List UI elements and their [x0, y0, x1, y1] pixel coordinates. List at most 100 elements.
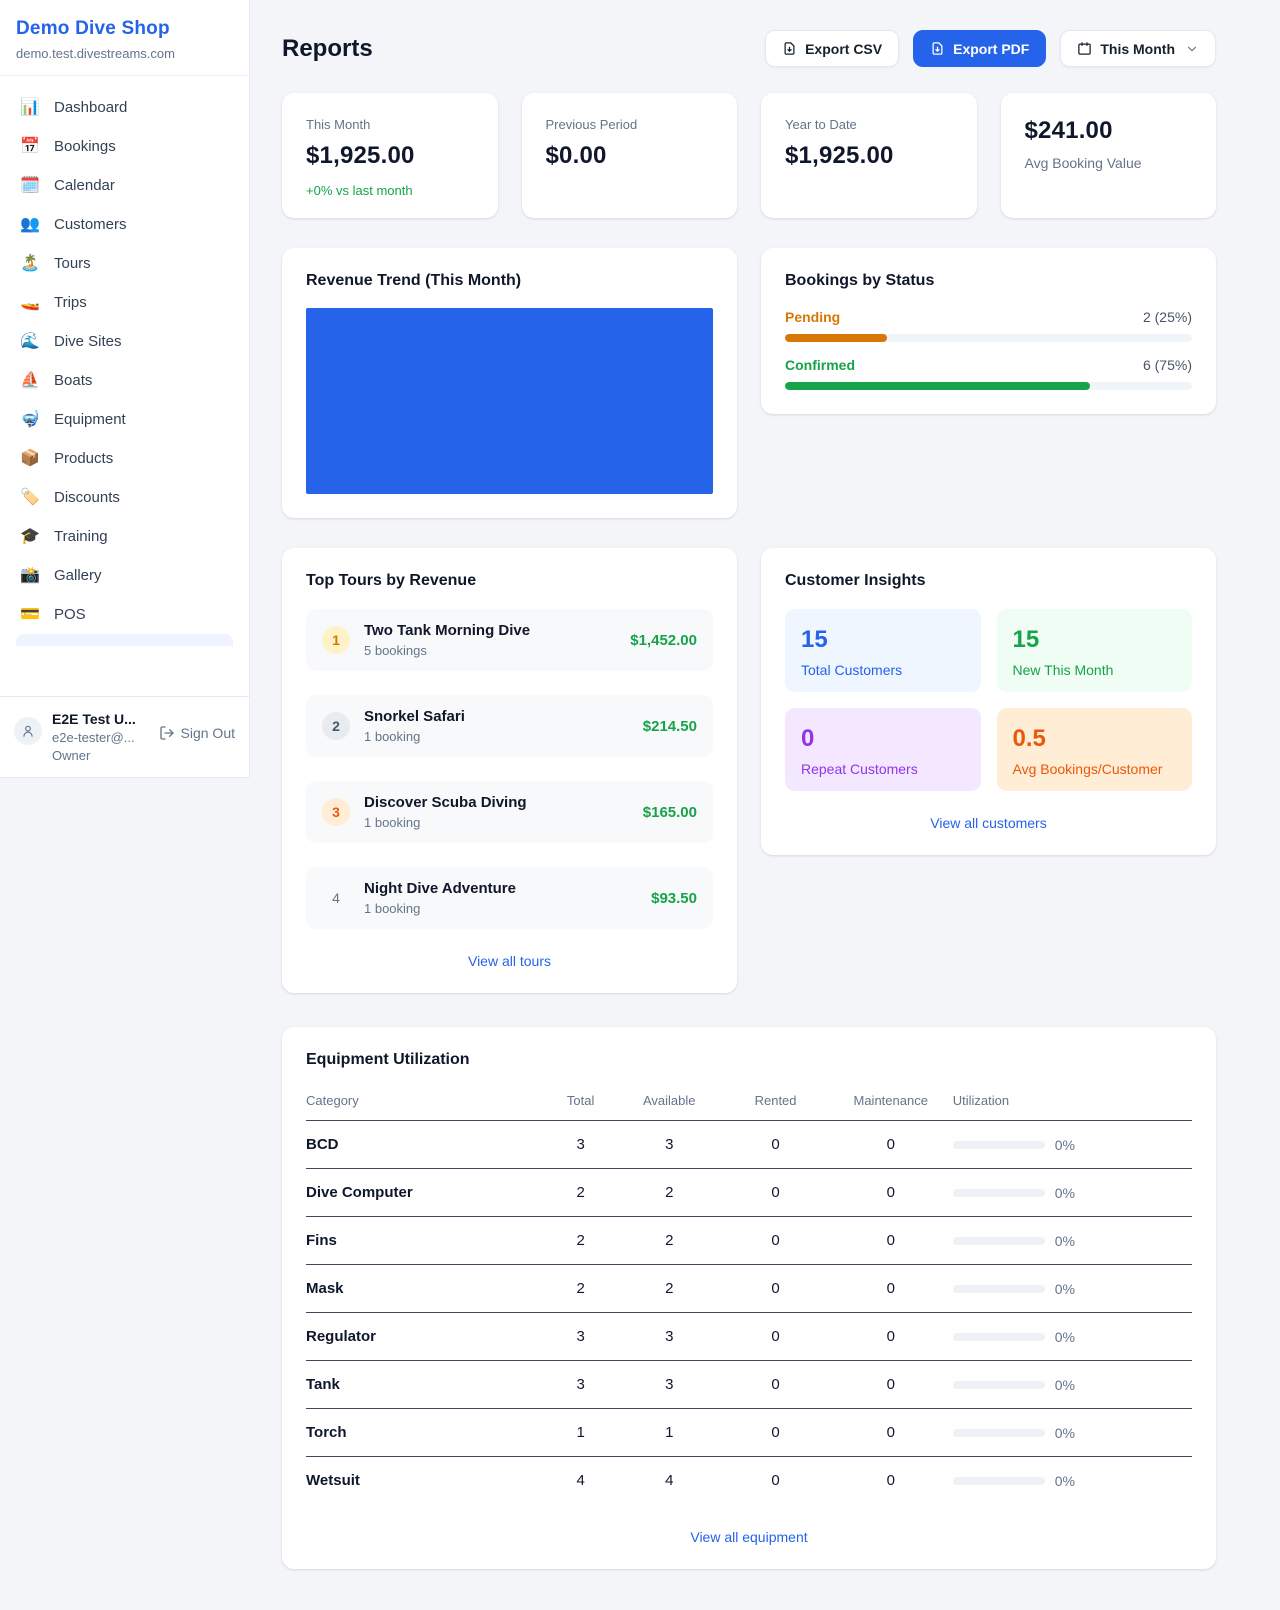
sidebar-item-tours[interactable]: 🏝️ Tours	[8, 244, 241, 283]
revenue-trend-title: Revenue Trend (This Month)	[306, 272, 713, 290]
utilization-percent: 0%	[1055, 1281, 1075, 1297]
total-cell: 2	[545, 1217, 616, 1265]
sidebar-item-customers[interactable]: 👥 Customers	[8, 205, 241, 244]
rank-badge: 2	[322, 712, 350, 740]
insight-label: Avg Bookings/Customer	[1013, 761, 1177, 777]
total-cell: 3	[545, 1121, 616, 1169]
stat-label: Previous Period	[546, 117, 714, 132]
total-cell: 1	[545, 1409, 616, 1457]
sign-out-button[interactable]: Sign Out	[159, 725, 235, 741]
column-header: Utilization	[953, 1083, 1192, 1121]
sign-out-label: Sign Out	[181, 725, 235, 741]
user-footer: E2E Test U... e2e-tester@... Owner Sign …	[0, 696, 249, 777]
diving-mask-icon: 🤿	[20, 412, 40, 428]
status-row-pending: Pending 2 (25%)	[785, 309, 1192, 342]
tour-list: 1 Two Tank Morning Dive 5 bookings $1,45…	[306, 609, 713, 929]
sidebar-item-reports-partial[interactable]	[16, 634, 233, 646]
sidebar-item-dashboard[interactable]: 📊 Dashboard	[8, 88, 241, 127]
view-all-equipment-link[interactable]: View all equipment	[690, 1529, 807, 1545]
total-cell: 2	[545, 1169, 616, 1217]
revenue-trend-chart	[306, 308, 713, 494]
shop-domain: demo.test.divestreams.com	[16, 46, 233, 61]
customers-icon: 👥	[20, 217, 40, 233]
maintenance-cell: 0	[829, 1217, 953, 1265]
table-row: Mask 2 2 0 0 0%	[306, 1265, 1192, 1313]
tours-island-icon: 🏝️	[20, 256, 40, 272]
sidebar-item-equipment[interactable]: 🤿 Equipment	[8, 400, 241, 439]
table-row: Dive Computer 2 2 0 0 0%	[306, 1169, 1192, 1217]
category-cell: BCD	[306, 1121, 545, 1169]
sidebar-item-gallery[interactable]: 📸 Gallery	[8, 556, 241, 595]
sidebar: Demo Dive Shop demo.test.divestreams.com…	[0, 0, 250, 778]
utilization-track	[953, 1189, 1045, 1197]
view-all-tours-link[interactable]: View all tours	[468, 953, 551, 969]
sidebar-item-discounts[interactable]: 🏷️ Discounts	[8, 478, 241, 517]
category-cell: Fins	[306, 1217, 545, 1265]
customer-insights-title: Customer Insights	[785, 572, 1192, 590]
maintenance-cell: 0	[829, 1169, 953, 1217]
progress-fill	[785, 382, 1090, 390]
sidebar-item-pos[interactable]: 💳 POS	[8, 595, 241, 634]
total-cell: 4	[545, 1457, 616, 1505]
column-header: Maintenance	[829, 1083, 953, 1121]
status-label: Confirmed	[785, 357, 855, 373]
insight-value: 15	[1013, 626, 1177, 654]
equipment-utilization-card: Equipment Utilization Category Total Ava…	[282, 1027, 1216, 1569]
sailboat-icon: ⛵	[20, 373, 40, 389]
stat-value: $1,925.00	[785, 142, 953, 170]
tour-revenue: $214.50	[643, 718, 697, 735]
insight-value: 0.5	[1013, 725, 1177, 753]
sidebar-nav: 📊 Dashboard 📅 Bookings 🗓️ Calendar 👥 Cus…	[0, 76, 249, 696]
sidebar-item-label: Equipment	[54, 411, 126, 428]
user-meta: E2E Test U... e2e-tester@... Owner	[52, 711, 149, 763]
maintenance-cell: 0	[829, 1121, 953, 1169]
tour-bookings: 1 booking	[364, 815, 629, 830]
sidebar-item-trips[interactable]: 🚤 Trips	[8, 283, 241, 322]
utilization-percent: 0%	[1055, 1329, 1075, 1345]
maintenance-cell: 0	[829, 1409, 953, 1457]
insight-tile-repeat-customers: 0 Repeat Customers	[785, 708, 981, 791]
sidebar-item-bookings[interactable]: 📅 Bookings	[8, 127, 241, 166]
sidebar-item-label: Boats	[54, 372, 92, 389]
utilization-track	[953, 1477, 1045, 1485]
bookings-calendar-icon: 📅	[20, 139, 40, 155]
available-cell: 1	[616, 1409, 722, 1457]
file-download-icon	[930, 41, 945, 56]
chevron-down-icon	[1185, 42, 1199, 56]
utilization-track	[953, 1237, 1045, 1245]
period-dropdown[interactable]: This Month	[1060, 30, 1216, 67]
stat-value: $1,925.00	[306, 142, 474, 170]
tour-list-item: 4 Night Dive Adventure 1 booking $93.50	[306, 867, 713, 929]
category-cell: Regulator	[306, 1313, 545, 1361]
tour-name: Two Tank Morning Dive	[364, 622, 616, 639]
progress-fill	[785, 334, 887, 342]
equipment-table: Category Total Available Rented Maintena…	[306, 1083, 1192, 1505]
rank-badge: 3	[322, 798, 350, 826]
export-csv-button[interactable]: Export CSV	[765, 30, 899, 67]
export-pdf-button[interactable]: Export PDF	[913, 30, 1046, 67]
sidebar-item-label: Discounts	[54, 489, 120, 506]
view-all-customers-link[interactable]: View all customers	[930, 815, 1046, 831]
category-cell: Tank	[306, 1361, 545, 1409]
utilization-cell: 0%	[953, 1121, 1192, 1169]
rented-cell: 0	[722, 1217, 828, 1265]
insights-row: Top Tours by Revenue 1 Two Tank Morning …	[282, 548, 1216, 993]
tour-bookings: 1 booking	[364, 729, 629, 744]
bookings-by-status-card: Bookings by Status Pending 2 (25%) Confi…	[761, 248, 1216, 414]
sidebar-item-calendar[interactable]: 🗓️ Calendar	[8, 166, 241, 205]
stat-label: This Month	[306, 117, 474, 132]
column-header: Available	[616, 1083, 722, 1121]
insight-value: 15	[801, 626, 965, 654]
sidebar-item-dive-sites[interactable]: 🌊 Dive Sites	[8, 322, 241, 361]
tour-name: Discover Scuba Diving	[364, 794, 629, 811]
stat-card-year-to-date: Year to Date $1,925.00	[761, 93, 977, 218]
available-cell: 3	[616, 1121, 722, 1169]
sidebar-item-training[interactable]: 🎓 Training	[8, 517, 241, 556]
sidebar-item-boats[interactable]: ⛵ Boats	[8, 361, 241, 400]
sidebar-item-products[interactable]: 📦 Products	[8, 439, 241, 478]
stat-card-avg-booking-value: $241.00 Avg Booking Value	[1001, 93, 1217, 218]
available-cell: 3	[616, 1313, 722, 1361]
category-cell: Wetsuit	[306, 1457, 545, 1505]
page-title: Reports	[282, 35, 373, 63]
sidebar-item-label: Training	[54, 528, 108, 545]
